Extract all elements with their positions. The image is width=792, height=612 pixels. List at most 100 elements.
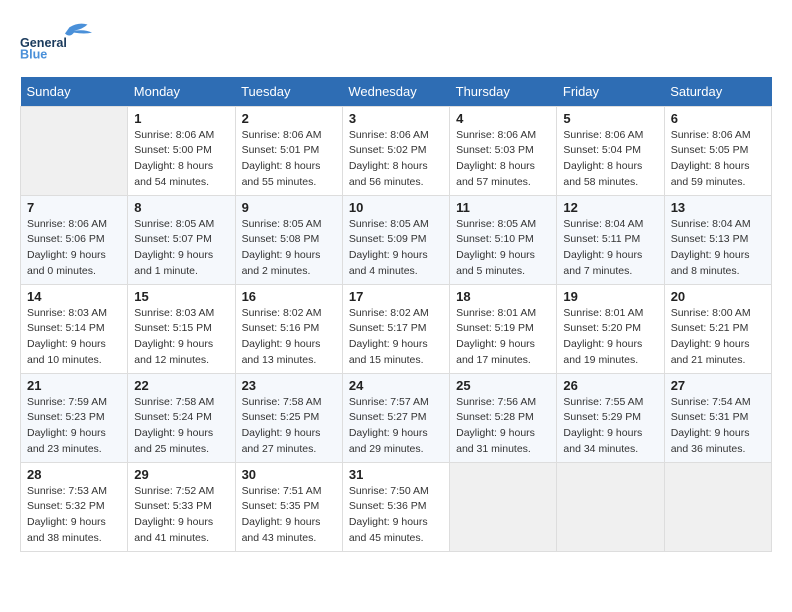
logo: General Blue xyxy=(20,20,110,61)
day-cell: 3 Sunrise: 8:06 AM Sunset: 5:02 PM Daylig… xyxy=(342,106,449,195)
day-number: 27 xyxy=(671,378,765,393)
day-cell: 12Sunrise: 8:04 AM Sunset: 5:11 PM Dayli… xyxy=(557,195,664,284)
day-number: 2 xyxy=(242,111,336,126)
day-number: 10 xyxy=(349,200,443,215)
day-info: Sunrise: 7:51 AM Sunset: 5:35 PM Dayligh… xyxy=(242,484,336,547)
day-info: Sunrise: 8:05 AM Sunset: 5:10 PM Dayligh… xyxy=(456,217,550,280)
day-cell: 17 Sunrise: 8:02 AM Sunset: 5:17 PM Dayli… xyxy=(342,284,449,373)
day-header-monday: Monday xyxy=(128,77,235,107)
week-row-1: 1 Sunrise: 8:06 AM Sunset: 5:00 PM Daylig… xyxy=(21,106,772,195)
day-cell: 25 Sunrise: 7:56 AM Sunset: 5:28 PM Dayli… xyxy=(450,373,557,462)
day-cell: 5 Sunrise: 8:06 AM Sunset: 5:04 PM Daylig… xyxy=(557,106,664,195)
day-header-friday: Friday xyxy=(557,77,664,107)
day-cell: 8 Sunrise: 8:05 AM Sunset: 5:07 PM Daylig… xyxy=(128,195,235,284)
day-number: 9 xyxy=(242,200,336,215)
day-info: Sunrise: 8:06 AM Sunset: 5:02 PM Dayligh… xyxy=(349,128,443,191)
day-number: 11 xyxy=(456,200,550,215)
day-number: 5 xyxy=(563,111,657,126)
day-info: Sunrise: 8:01 AM Sunset: 5:19 PM Dayligh… xyxy=(456,306,550,369)
day-cell: 15 Sunrise: 8:03 AM Sunset: 5:15 PM Dayli… xyxy=(128,284,235,373)
day-info: Sunrise: 8:06 AM Sunset: 5:03 PM Dayligh… xyxy=(456,128,550,191)
day-number: 12 xyxy=(563,200,657,215)
day-info: Sunrise: 7:50 AM Sunset: 5:36 PM Dayligh… xyxy=(349,484,443,547)
day-number: 30 xyxy=(242,467,336,482)
day-number: 6 xyxy=(671,111,765,126)
day-header-thursday: Thursday xyxy=(450,77,557,107)
day-cell: 7Sunrise: 8:06 AM Sunset: 5:06 PM Daylig… xyxy=(21,195,128,284)
header-row: SundayMondayTuesdayWednesdayThursdayFrid… xyxy=(21,77,772,107)
day-cell: 23 Sunrise: 7:58 AM Sunset: 5:25 PM Dayli… xyxy=(235,373,342,462)
day-number: 17 xyxy=(349,289,443,304)
day-cell xyxy=(21,106,128,195)
page-header: General Blue xyxy=(20,20,772,61)
day-info: Sunrise: 8:05 AM Sunset: 5:08 PM Dayligh… xyxy=(242,217,336,280)
day-info: Sunrise: 8:06 AM Sunset: 5:04 PM Dayligh… xyxy=(563,128,657,191)
day-cell: 29Sunrise: 7:52 AM Sunset: 5:33 PM Dayli… xyxy=(128,462,235,551)
day-info: Sunrise: 8:04 AM Sunset: 5:13 PM Dayligh… xyxy=(671,217,765,280)
day-number: 23 xyxy=(242,378,336,393)
day-number: 18 xyxy=(456,289,550,304)
day-cell: 19Sunrise: 8:01 AM Sunset: 5:20 PM Dayli… xyxy=(557,284,664,373)
day-info: Sunrise: 8:00 AM Sunset: 5:21 PM Dayligh… xyxy=(671,306,765,369)
logo-svg: General Blue xyxy=(20,20,110,61)
day-info: Sunrise: 7:57 AM Sunset: 5:27 PM Dayligh… xyxy=(349,395,443,458)
day-number: 26 xyxy=(563,378,657,393)
day-header-wednesday: Wednesday xyxy=(342,77,449,107)
day-info: Sunrise: 7:56 AM Sunset: 5:28 PM Dayligh… xyxy=(456,395,550,458)
day-number: 25 xyxy=(456,378,550,393)
day-info: Sunrise: 8:02 AM Sunset: 5:17 PM Dayligh… xyxy=(349,306,443,369)
day-info: Sunrise: 8:06 AM Sunset: 5:00 PM Dayligh… xyxy=(134,128,228,191)
day-info: Sunrise: 8:06 AM Sunset: 5:05 PM Dayligh… xyxy=(671,128,765,191)
day-cell: 26 Sunrise: 7:55 AM Sunset: 5:29 PM Dayli… xyxy=(557,373,664,462)
day-number: 29 xyxy=(134,467,228,482)
day-info: Sunrise: 7:58 AM Sunset: 5:25 PM Dayligh… xyxy=(242,395,336,458)
day-cell: 9 Sunrise: 8:05 AM Sunset: 5:08 PM Daylig… xyxy=(235,195,342,284)
day-number: 4 xyxy=(456,111,550,126)
day-cell xyxy=(557,462,664,551)
day-info: Sunrise: 8:02 AM Sunset: 5:16 PM Dayligh… xyxy=(242,306,336,369)
day-number: 15 xyxy=(134,289,228,304)
day-cell: 31Sunrise: 7:50 AM Sunset: 5:36 PM Dayli… xyxy=(342,462,449,551)
day-cell: 18 Sunrise: 8:01 AM Sunset: 5:19 PM Dayli… xyxy=(450,284,557,373)
day-cell: 16 Sunrise: 8:02 AM Sunset: 5:16 PM Dayli… xyxy=(235,284,342,373)
day-info: Sunrise: 7:58 AM Sunset: 5:24 PM Dayligh… xyxy=(134,395,228,458)
day-number: 8 xyxy=(134,200,228,215)
day-info: Sunrise: 8:03 AM Sunset: 5:14 PM Dayligh… xyxy=(27,306,121,369)
day-cell: 10 Sunrise: 8:05 AM Sunset: 5:09 PM Dayli… xyxy=(342,195,449,284)
day-header-saturday: Saturday xyxy=(664,77,771,107)
day-number: 22 xyxy=(134,378,228,393)
day-number: 3 xyxy=(349,111,443,126)
day-cell: 2Sunrise: 8:06 AM Sunset: 5:01 PM Daylig… xyxy=(235,106,342,195)
day-header-sunday: Sunday xyxy=(21,77,128,107)
day-number: 14 xyxy=(27,289,121,304)
week-row-5: 28Sunrise: 7:53 AM Sunset: 5:32 PM Dayli… xyxy=(21,462,772,551)
day-info: Sunrise: 7:59 AM Sunset: 5:23 PM Dayligh… xyxy=(27,395,121,458)
week-row-4: 21 Sunrise: 7:59 AM Sunset: 5:23 PM Dayli… xyxy=(21,373,772,462)
day-info: Sunrise: 8:01 AM Sunset: 5:20 PM Dayligh… xyxy=(563,306,657,369)
day-info: Sunrise: 7:55 AM Sunset: 5:29 PM Dayligh… xyxy=(563,395,657,458)
day-cell: 4 Sunrise: 8:06 AM Sunset: 5:03 PM Daylig… xyxy=(450,106,557,195)
day-number: 28 xyxy=(27,467,121,482)
day-header-tuesday: Tuesday xyxy=(235,77,342,107)
day-info: Sunrise: 8:03 AM Sunset: 5:15 PM Dayligh… xyxy=(134,306,228,369)
day-info: Sunrise: 8:06 AM Sunset: 5:06 PM Dayligh… xyxy=(27,217,121,280)
day-cell: 6 Sunrise: 8:06 AM Sunset: 5:05 PM Daylig… xyxy=(664,106,771,195)
day-cell xyxy=(664,462,771,551)
day-cell: 30 Sunrise: 7:51 AM Sunset: 5:35 PM Dayli… xyxy=(235,462,342,551)
day-cell: 20Sunrise: 8:00 AM Sunset: 5:21 PM Dayli… xyxy=(664,284,771,373)
calendar-body: 1 Sunrise: 8:06 AM Sunset: 5:00 PM Daylig… xyxy=(21,106,772,551)
day-cell: 22 Sunrise: 7:58 AM Sunset: 5:24 PM Dayli… xyxy=(128,373,235,462)
day-cell: 21 Sunrise: 7:59 AM Sunset: 5:23 PM Dayli… xyxy=(21,373,128,462)
day-number: 21 xyxy=(27,378,121,393)
day-cell: 1 Sunrise: 8:06 AM Sunset: 5:00 PM Daylig… xyxy=(128,106,235,195)
day-info: Sunrise: 8:05 AM Sunset: 5:07 PM Dayligh… xyxy=(134,217,228,280)
day-number: 1 xyxy=(134,111,228,126)
day-cell: 14 Sunrise: 8:03 AM Sunset: 5:14 PM Dayli… xyxy=(21,284,128,373)
day-number: 16 xyxy=(242,289,336,304)
svg-text:Blue: Blue xyxy=(20,48,47,61)
day-number: 24 xyxy=(349,378,443,393)
day-number: 13 xyxy=(671,200,765,215)
day-info: Sunrise: 8:05 AM Sunset: 5:09 PM Dayligh… xyxy=(349,217,443,280)
week-row-3: 14 Sunrise: 8:03 AM Sunset: 5:14 PM Dayli… xyxy=(21,284,772,373)
day-cell: 27Sunrise: 7:54 AM Sunset: 5:31 PM Dayli… xyxy=(664,373,771,462)
